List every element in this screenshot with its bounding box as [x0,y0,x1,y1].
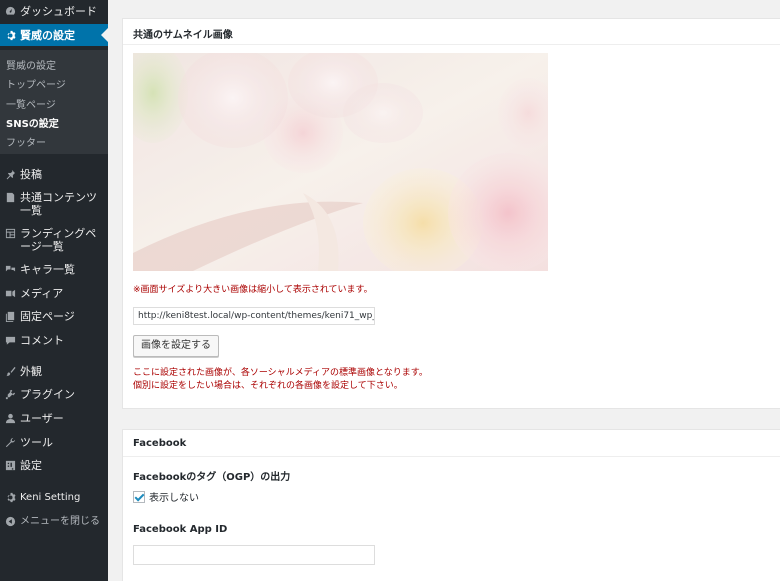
ogp-hide-checkbox[interactable] [133,490,145,503]
thumbnail-url-input[interactable]: http://keni8test.local/wp-content/themes… [133,307,375,325]
settings-icon [0,459,20,472]
menu-posts[interactable]: 投稿 [0,168,108,181]
comment-icon [0,334,20,347]
layout-icon [0,227,20,240]
menu-comments[interactable]: コメント [0,334,108,347]
active-arrow [101,28,108,42]
menu-label: 外観 [20,365,42,378]
menu-media[interactable]: メディア [0,287,108,300]
menu-label: メディア [20,287,64,300]
collapse-icon [0,515,20,528]
menu-tools[interactable]: ツール [0,436,108,449]
panel-title: Facebook [133,438,187,449]
menu-label: キャラ一覧 [20,263,75,276]
document-icon [0,191,20,204]
thumbnail-image [133,53,548,271]
submenu-item-footer[interactable]: フッター [6,134,46,149]
submenu-item-top-page[interactable]: トップページ [6,76,66,91]
facebook-app-id-input[interactable] [133,545,375,565]
submenu: 賢威の設定 トップページ 一覧ページ SNSの設定 フッター [0,50,108,154]
menu-common-content[interactable]: 共通コンテンツ一覧 [0,191,108,217]
menu-label: コメント [20,334,64,347]
ogp-label: Facebookのタグ（OGP）の出力 [133,472,291,483]
menu-label: ツール [20,436,53,449]
menu-plugins[interactable]: プラグイン [0,388,108,401]
menu-characters[interactable]: キャラ一覧 [0,263,108,276]
ogp-checkbox-row[interactable]: 表示しない [133,489,199,504]
menu-label: プラグイン [20,388,75,401]
menu-label: 共通コンテンツ一覧 [20,191,97,217]
panel-title: 共通のサムネイル画像 [133,30,233,41]
menu-collapse[interactable]: メニューを閉じる [0,515,108,528]
menu-landing-pages[interactable]: ランディングページ一覧 [0,227,108,253]
menu-label: ダッシュボード [20,5,97,18]
image-size-note: ※画面サイズより大きい画像は縮小して表示されています。 [133,285,373,295]
menu-label: メニューを閉じる [20,516,100,527]
menu-label: Keni Setting [20,492,81,503]
divider [123,44,780,45]
menu-keni-setting[interactable]: Keni Setting [0,491,108,504]
thumbnail-panel: 共通のサムネイル画像 ※画面サイズより大きい画像は縮小して表示されています。 h… [122,18,780,409]
submenu-item-sns[interactable]: SNSの設定 [6,115,59,130]
user-icon [0,412,20,425]
set-image-button[interactable]: 画像を設定する [133,335,219,357]
gear-icon [0,491,20,504]
menu-pages[interactable]: 固定ページ [0,310,108,323]
dashboard-icon [0,5,20,18]
character-icon [0,263,20,276]
menu-appearance[interactable]: 外観 [0,365,108,378]
menu-label: 固定ページ [20,310,75,323]
gear-icon [0,29,20,42]
menu-label: 設定 [20,459,42,472]
app-id-label: Facebook App ID [133,524,228,535]
menu-label: ユーザー [20,412,64,425]
admin-sidebar: ダッシュボード 賢威の設定 賢威の設定 トップページ 一覧ページ SNSの設定 … [0,0,108,581]
wrench-icon [0,436,20,449]
pages-icon [0,310,20,323]
brush-icon [0,365,20,378]
help-text-line1: ここに設定された画像が、各ソーシャルメディアの標準画像となります。 [133,368,428,378]
submenu-item-list-page[interactable]: 一覧ページ [6,96,56,111]
divider [123,456,780,457]
menu-label: ランディングページ一覧 [20,227,97,253]
help-text-line2: 個別に設定をしたい場合は、それぞれの各画像を設定して下さい。 [133,381,403,391]
submenu-item-keni-settings[interactable]: 賢威の設定 [6,57,56,72]
menu-keni-settings[interactable]: 賢威の設定 [0,24,108,46]
media-icon [0,287,20,300]
pushpin-icon [0,168,20,181]
checkbox-label: 表示しない [149,493,199,504]
facebook-panel: Facebook Facebookのタグ（OGP）の出力 表示しない Faceb… [122,429,780,581]
plugin-icon [0,388,20,401]
menu-settings[interactable]: 設定 [0,459,108,472]
menu-label: 投稿 [20,168,42,181]
menu-users[interactable]: ユーザー [0,412,108,425]
menu-label: 賢威の設定 [20,28,75,42]
menu-dashboard[interactable]: ダッシュボード [0,5,108,18]
